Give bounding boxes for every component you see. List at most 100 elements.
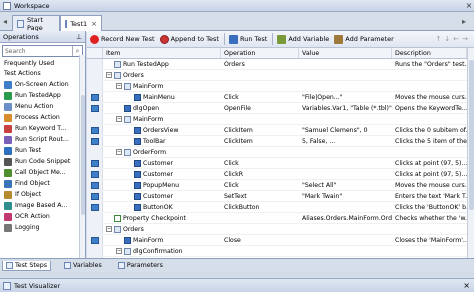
- operation-cell[interactable]: SetText: [221, 191, 299, 201]
- table-row[interactable]: Customer ClickR Clicks at point (97, 5)...: [87, 169, 467, 180]
- table-row[interactable]: MainMenu Click "File|Open..." Moves the mou…: [87, 92, 467, 103]
- description-cell[interactable]: Clicks at point (97, 5)...: [392, 169, 467, 179]
- item-cell[interactable]: PopupMenu: [103, 180, 221, 190]
- append-to-test-button[interactable]: Append to Test: [159, 34, 219, 44]
- run-test-button[interactable]: Run Test: [228, 34, 267, 44]
- item-cell[interactable]: ButtonOK: [103, 202, 221, 212]
- operation-item[interactable]: Run Script Rout...: [0, 134, 85, 145]
- value-cell[interactable]: [299, 70, 392, 80]
- operation-cell[interactable]: ClickButton: [221, 202, 299, 212]
- description-cell[interactable]: [392, 114, 467, 124]
- collapse-icon[interactable]: −: [116, 149, 122, 155]
- collapse-icon[interactable]: −: [116, 116, 122, 122]
- close-icon[interactable]: ×: [463, 281, 470, 290]
- value-cell[interactable]: [299, 81, 392, 91]
- operation-item[interactable]: Process Action: [0, 112, 85, 123]
- screenshot-icon[interactable]: [91, 105, 99, 112]
- item-cell[interactable]: − MainForm: [103, 81, 221, 91]
- description-cell[interactable]: [392, 70, 467, 80]
- operation-cell[interactable]: ClickR: [221, 169, 299, 179]
- value-cell[interactable]: [299, 147, 392, 157]
- operation-cell[interactable]: OpenFile: [221, 103, 299, 113]
- value-cell[interactable]: 5, False, ...: [299, 136, 392, 146]
- item-cell[interactable]: Run TestedApp: [103, 59, 221, 69]
- description-cell[interactable]: [392, 81, 467, 91]
- description-cell[interactable]: Checks whether the 'w...: [392, 213, 467, 223]
- table-row[interactable]: − MainForm: [87, 81, 467, 92]
- grid-scrollbar[interactable]: [467, 48, 474, 258]
- collapse-icon[interactable]: −: [116, 248, 122, 254]
- item-cell[interactable]: dlgOpen: [103, 103, 221, 113]
- operation-item[interactable]: Find Object: [0, 178, 85, 189]
- operation-cell[interactable]: [221, 147, 299, 157]
- item-cell[interactable]: − dlgConfirmation: [103, 246, 221, 256]
- description-cell[interactable]: [392, 246, 467, 256]
- item-cell[interactable]: Property Checkpoint: [103, 213, 221, 223]
- screenshot-icon[interactable]: [91, 204, 99, 211]
- item-cell[interactable]: OrdersView: [103, 125, 221, 135]
- operation-cell[interactable]: Click: [221, 158, 299, 168]
- operation-item[interactable]: If Object: [0, 189, 85, 200]
- table-row[interactable]: Run TestedApp Orders Runs the "Orders" tes…: [87, 59, 467, 70]
- item-cell[interactable]: Customer: [103, 191, 221, 201]
- scroll-thumb[interactable]: [469, 60, 474, 210]
- item-cell[interactable]: MainMenu: [103, 92, 221, 102]
- operation-cell[interactable]: Click: [221, 180, 299, 190]
- operation-item[interactable]: Run Code Snippet: [0, 156, 85, 167]
- table-row[interactable]: OrdersView ClickItem "Samuel Clemens", 0 Cl…: [87, 125, 467, 136]
- table-row[interactable]: MainForm Close Closes the 'MainForm'...: [87, 235, 467, 246]
- tab-parameters[interactable]: Parameters: [115, 261, 166, 270]
- operation-item[interactable]: Call Object Me...: [0, 167, 85, 178]
- value-cell[interactable]: Variables.Var1, "Table (*.tbl)": [299, 103, 392, 113]
- operation-cell[interactable]: [221, 224, 299, 234]
- operation-cell[interactable]: [221, 213, 299, 223]
- close-icon[interactable]: ×: [464, 1, 474, 11]
- table-row[interactable]: − Orders: [87, 70, 467, 81]
- operation-cell[interactable]: Click: [221, 92, 299, 102]
- screenshot-icon[interactable]: [91, 237, 99, 244]
- add-parameter-button[interactable]: Add Parameter: [334, 34, 394, 44]
- description-cell[interactable]: [392, 147, 467, 157]
- description-cell[interactable]: Clicks the 5 item of the...: [392, 136, 467, 146]
- screenshot-icon[interactable]: [91, 127, 99, 134]
- item-cell[interactable]: − MainForm: [103, 114, 221, 124]
- table-row[interactable]: PopupMenu Click "Select All" Moves the mous…: [87, 180, 467, 191]
- operation-cell[interactable]: [221, 81, 299, 91]
- table-row[interactable]: − OrderForm: [87, 147, 467, 158]
- value-cell[interactable]: [299, 246, 392, 256]
- column-header-value[interactable]: Value: [299, 48, 392, 58]
- category-test-actions[interactable]: Test Actions: [0, 69, 85, 79]
- value-cell[interactable]: "Select All": [299, 180, 392, 190]
- operation-cell[interactable]: Close: [221, 235, 299, 245]
- table-row[interactable]: − MainForm: [87, 114, 467, 125]
- screenshot-icon[interactable]: [91, 94, 99, 101]
- value-cell[interactable]: [299, 114, 392, 124]
- item-cell[interactable]: MainForm: [103, 235, 221, 245]
- description-cell[interactable]: Opens the KeywordTe...: [392, 103, 467, 113]
- screenshot-icon[interactable]: [91, 160, 99, 167]
- value-cell[interactable]: [299, 169, 392, 179]
- tab-start-page[interactable]: Start Page: [12, 15, 60, 32]
- test-visualizer-panel[interactable]: Test Visualizer ×: [0, 278, 474, 292]
- record-new-test-button[interactable]: Record New Test: [90, 34, 155, 44]
- description-cell[interactable]: Clicks the 'ButtonOK' b...: [392, 202, 467, 212]
- value-cell[interactable]: [299, 224, 392, 234]
- value-cell[interactable]: [299, 235, 392, 245]
- value-cell[interactable]: Aliases.Orders.MainForm.Orde...: [299, 213, 392, 223]
- item-cell[interactable]: − Orders: [103, 70, 221, 80]
- description-cell[interactable]: Runs the "Orders" test...: [392, 59, 467, 69]
- table-row[interactable]: Customer SetText "Mark Twain" Enters the te…: [87, 191, 467, 202]
- operation-cell[interactable]: [221, 246, 299, 256]
- tab-test-steps[interactable]: Test Steps: [2, 260, 52, 271]
- operation-item[interactable]: Menu Action: [0, 101, 85, 112]
- table-row[interactable]: − Orders: [87, 224, 467, 235]
- item-cell[interactable]: Customer: [103, 169, 221, 179]
- operation-item[interactable]: Run TestedApp: [0, 90, 85, 101]
- table-row[interactable]: Customer Click Clicks at point (97, 5)...: [87, 158, 467, 169]
- operation-item[interactable]: OCR Action: [0, 211, 85, 222]
- column-header-item[interactable]: Item: [103, 48, 221, 58]
- description-cell[interactable]: Enters the text 'Mark T...: [392, 191, 467, 201]
- table-row[interactable]: ButtonOK ClickButton Clicks the 'ButtonOK'…: [87, 202, 467, 213]
- value-cell[interactable]: "Samuel Clemens", 0: [299, 125, 392, 135]
- table-row[interactable]: dlgOpen OpenFile Variables.Var1, "Table (*…: [87, 103, 467, 114]
